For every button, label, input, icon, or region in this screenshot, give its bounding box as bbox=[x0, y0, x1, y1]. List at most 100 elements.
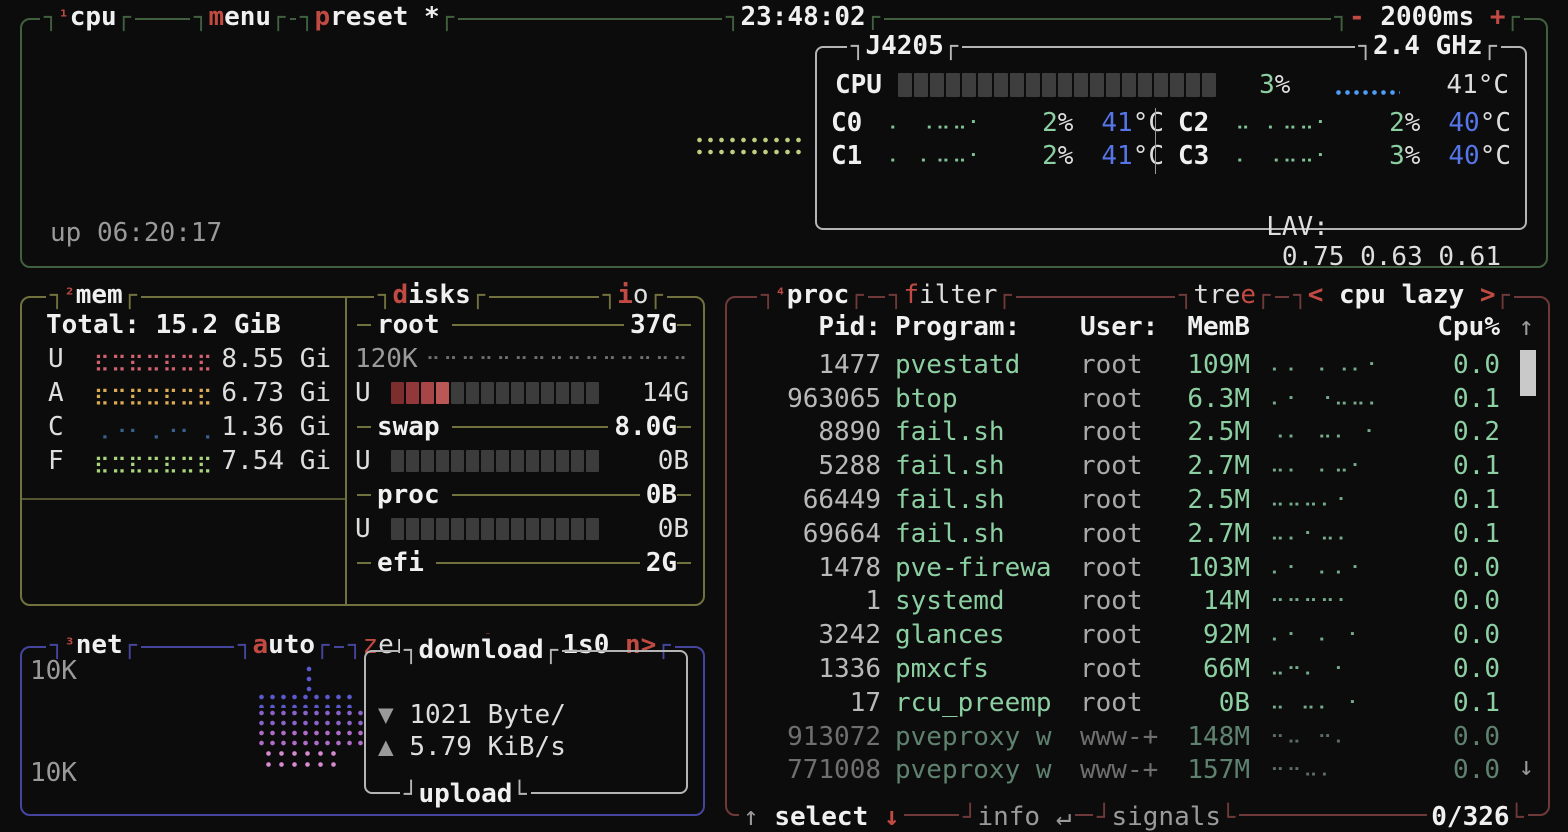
net-auto-toggle[interactable]: ┐auto┌ bbox=[234, 629, 334, 661]
disk-io-row: 120K⠒⠒⠒⠒⠒⠒⠒⠒⠒⠒⠒⠒⠒⠒⠒⠒⠒⠒⠒ bbox=[347, 342, 701, 376]
bar-cell bbox=[466, 518, 479, 540]
io-hotkey: i bbox=[617, 280, 633, 310]
proc-sort-selector[interactable]: ┐< cpu lazy >┌ bbox=[1289, 279, 1514, 311]
auto-label: uto bbox=[268, 630, 315, 660]
bar-cell bbox=[571, 382, 584, 404]
percent-unit: % bbox=[1058, 141, 1074, 171]
cpu-total-percent: 3 bbox=[1259, 70, 1275, 100]
mem-row-value: 8.55 Gi bbox=[213, 344, 331, 374]
disk-size: 2G bbox=[646, 548, 677, 578]
proc-mem: 2.5M bbox=[1180, 485, 1250, 515]
disk-size: 8.0G bbox=[614, 412, 677, 442]
core-graph: ⠄ ⠠⠤⠤⠂ bbox=[1235, 144, 1355, 168]
border-notch: ┘ bbox=[404, 780, 418, 808]
bar-cell bbox=[586, 518, 599, 540]
proc-cpu-percent: 0.2 bbox=[1410, 417, 1500, 447]
proc-signals-button[interactable]: ┘signals└ bbox=[1093, 801, 1239, 832]
border-notch: ┐ bbox=[238, 631, 252, 659]
proc-cpu-graph: ⠄⠂ ⠄⠄⠂ bbox=[1270, 556, 1410, 580]
proc-row[interactable]: 913072pveproxy wwww-+148M⠒⠤ ⠒⠄0.0 bbox=[727, 720, 1548, 754]
col-pid[interactable]: Pid: bbox=[741, 312, 881, 342]
percent-unit: % bbox=[1275, 70, 1291, 100]
proc-row[interactable]: 3242glancesroot92M⠄⠂ ⠄ ⠂0.0 bbox=[727, 618, 1548, 652]
proc-cpu-percent: 0.1 bbox=[1410, 384, 1500, 414]
proc-row[interactable]: 8890fail.shroot2.5M⠠⠄ ⠤⠄ ⠂0.2 bbox=[727, 416, 1548, 450]
proc-mem: 157M bbox=[1180, 755, 1250, 785]
proc-cpu-graph: ⠠⠄ ⠤⠄ ⠂ bbox=[1270, 420, 1410, 444]
proc-user: root bbox=[1080, 451, 1180, 481]
border-notch: └ bbox=[1221, 803, 1235, 831]
border-notch: ┌ bbox=[271, 3, 285, 31]
proc-row[interactable]: 1336pmxcfsroot66M⠤⠒⠄ ⠂0.0 bbox=[727, 652, 1548, 686]
proc-row[interactable]: 5288fail.shroot2.7M⠤⠄ ⠄⠤⠂0.1 bbox=[727, 449, 1548, 483]
bar-cell bbox=[571, 450, 584, 472]
bar-cell bbox=[451, 450, 464, 472]
cpu-model: ┐J4205┌ bbox=[847, 30, 962, 62]
disks-title[interactable]: ┐disks┌ bbox=[374, 279, 489, 311]
proc-table-header: Pid: Program: User: MemB Cpu% bbox=[727, 310, 1548, 344]
disks-panel: root37G120K⠒⠒⠒⠒⠒⠒⠒⠒⠒⠒⠒⠒⠒⠒⠒⠒⠒⠒⠒U14Gswap8.… bbox=[347, 308, 701, 580]
core-graph: ⠄ ⠄⠤⠤⠂ bbox=[888, 144, 1008, 168]
proc-filter-button[interactable]: ┐filter┌ bbox=[885, 279, 1016, 311]
proc-tree-toggle[interactable]: ┐tree┌ bbox=[1175, 279, 1275, 311]
disk-line bbox=[677, 562, 691, 564]
proc-row[interactable]: 66449fail.shroot2.5M⠤⠤⠤⠄⠂0.1 bbox=[727, 483, 1548, 517]
interval-decrease-button[interactable]: - bbox=[1349, 2, 1380, 32]
border-notch: ┌ bbox=[1506, 3, 1520, 31]
col-user[interactable]: User: bbox=[1080, 312, 1180, 342]
preset-button[interactable]: ┐preset *┌ bbox=[296, 1, 458, 33]
border-notch: └ bbox=[512, 780, 526, 808]
disk-io-value: 120K bbox=[355, 344, 418, 374]
cpu-box-title: ┐¹cpu┌ bbox=[40, 1, 135, 33]
border-notch: ┌ bbox=[117, 3, 131, 31]
proc-row[interactable]: 1systemdroot14M⠒⠒⠒⠒⠂0.0 bbox=[727, 585, 1548, 619]
core-stat: C2⠤ ⠄⠤⠤⠂2%40°C bbox=[1178, 106, 1511, 139]
proc-row[interactable]: 1478pve-firewaroot103M⠄⠂ ⠄⠄⠂0.0 bbox=[727, 551, 1548, 585]
col-program[interactable]: Program: bbox=[895, 312, 1080, 342]
proc-program: glances bbox=[895, 620, 1080, 650]
proc-user: root bbox=[1080, 350, 1180, 380]
mem-row-graph: ⢀⠠⠄⢀⠠⠄⢀⠠ bbox=[94, 415, 213, 440]
disk-section-header: root37G bbox=[347, 308, 701, 342]
meter-cell bbox=[1058, 73, 1072, 97]
core-temp: 41 bbox=[1101, 141, 1132, 171]
mem-box-number: ² bbox=[64, 285, 74, 305]
proc-row[interactable]: 963065btoproot6.3M⠄⠂ ⠐⠤⠤⠄0.1 bbox=[727, 382, 1548, 416]
col-memb[interactable]: MemB bbox=[1180, 312, 1250, 342]
bar-cell bbox=[556, 450, 569, 472]
scroll-up-icon[interactable]: ↑ bbox=[1518, 312, 1534, 342]
sort-next-button[interactable]: > bbox=[1480, 280, 1496, 310]
proc-row[interactable]: 69664fail.shroot2.7M⠤⠄⠂⠤⠄0.1 bbox=[727, 517, 1548, 551]
proc-row[interactable]: 771008pveproxy wwww-+157M⠒⠒⠤⠄0.0 bbox=[727, 754, 1548, 788]
disk-size: 37G bbox=[630, 310, 677, 340]
bar-cell bbox=[451, 518, 464, 540]
proc-mem: 103M bbox=[1180, 553, 1250, 583]
border-notch: ┌ bbox=[944, 32, 958, 60]
proc-row[interactable]: 17rcu_preemproot0B⠤ ⠤⠄ ⠂0.1 bbox=[727, 686, 1548, 720]
net-graph bbox=[304, 664, 316, 692]
io-toggle[interactable]: ┐io┌ bbox=[599, 279, 667, 311]
border-notch: ┌ bbox=[1256, 281, 1270, 309]
border-notch: ┌ bbox=[544, 636, 558, 664]
select-label: select bbox=[774, 802, 868, 832]
border-notch: ┌ bbox=[440, 3, 454, 31]
bar-cell bbox=[481, 382, 494, 404]
mem-meters: U⣖⣒⣖⣒⣖⣒⣖⣒8.55 GiA⣖⣒⣖⣒⣖⣒⣖⣒6.73 GiC⢀⠠⠄⢀⠠⠄⢀… bbox=[22, 342, 345, 478]
proc-row[interactable]: 1477pvestatdroot109M⠄⠄ ⠄⠠⠄⠂0.0 bbox=[727, 348, 1548, 382]
border-notch: ┐ bbox=[194, 3, 208, 31]
meter-cell bbox=[914, 73, 928, 97]
bar-cell bbox=[466, 450, 479, 472]
select-up-icon[interactable]: ↑ bbox=[743, 802, 774, 832]
mem-row-graph: ⣖⣒⣖⣒⣖⣒⣖⣒ bbox=[94, 449, 213, 474]
core-stat: C1⠄ ⠄⠤⠤⠂2%41°C bbox=[831, 139, 1164, 172]
col-cpu[interactable]: Cpu% bbox=[1410, 312, 1500, 342]
proc-info-button[interactable]: ┘info ↵ bbox=[959, 801, 1075, 832]
bar-cell bbox=[571, 518, 584, 540]
sort-prev-button[interactable]: < bbox=[1308, 280, 1324, 310]
proc-select-control[interactable]: ↑ select ↓ bbox=[739, 801, 904, 832]
border-notch: ┐ bbox=[300, 3, 314, 31]
menu-button[interactable]: ┐menu┌ bbox=[190, 1, 290, 33]
interval-increase-button[interactable]: + bbox=[1474, 2, 1505, 32]
select-down-icon[interactable]: ↓ bbox=[868, 802, 899, 832]
cpu-box: ┐¹cpu┌ ┐menu┌ ┐preset *┌ ┐23:48:02┌ ┐- 2… bbox=[20, 18, 1548, 268]
